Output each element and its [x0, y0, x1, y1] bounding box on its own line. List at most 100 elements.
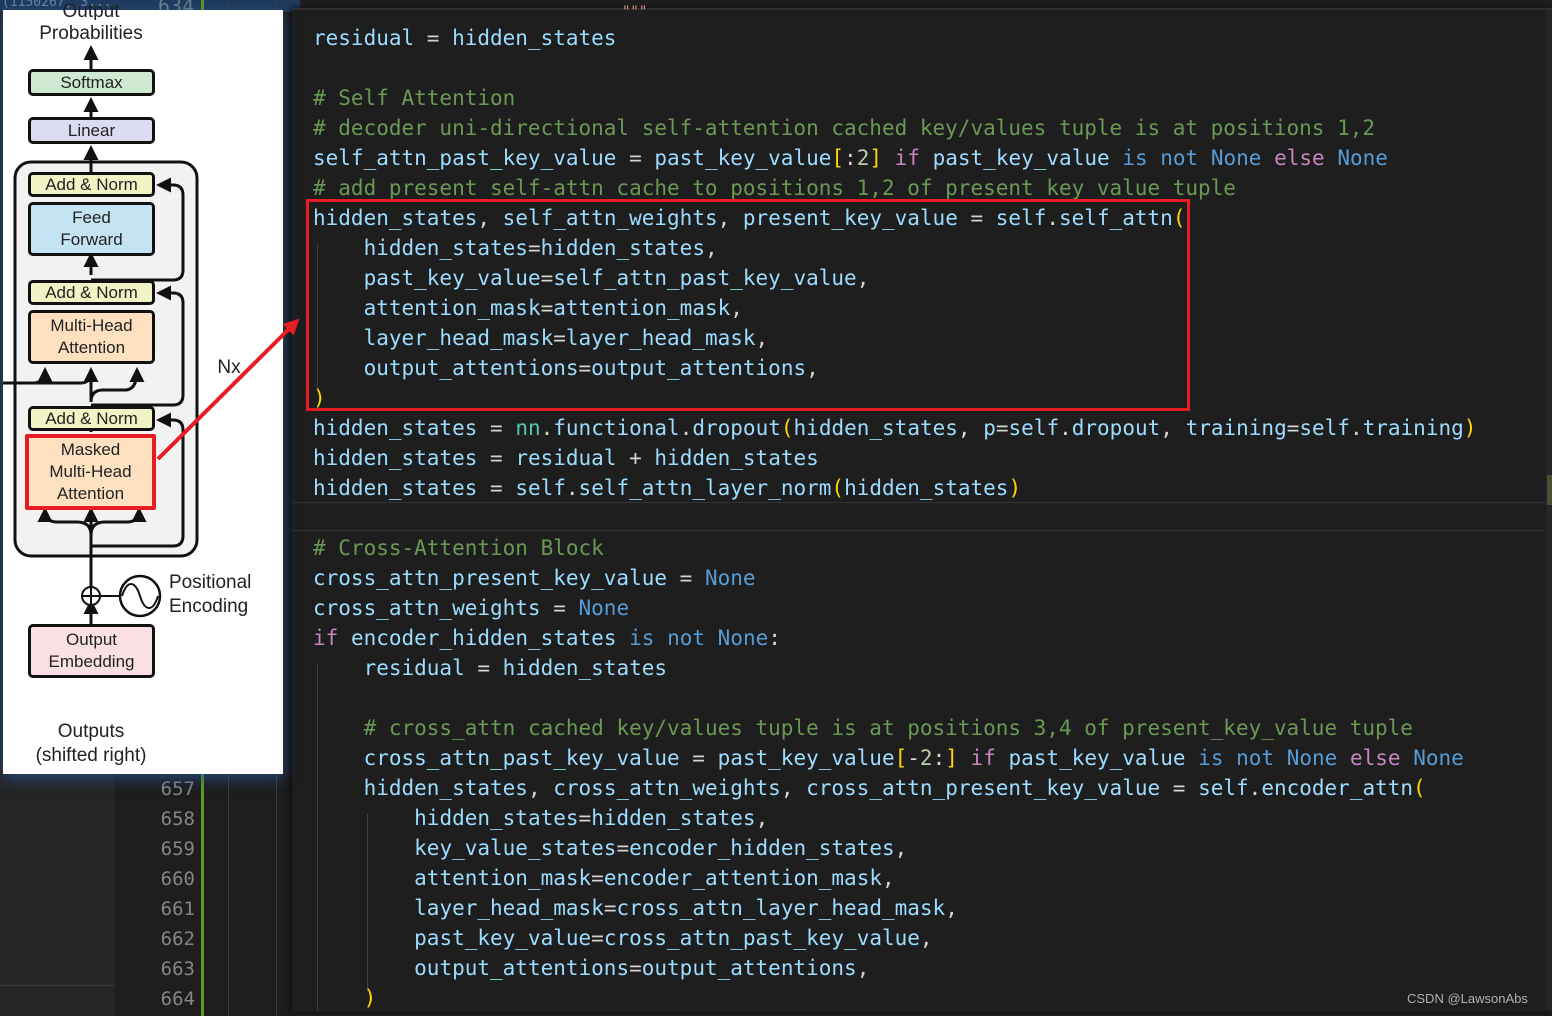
code-token: ( — [780, 416, 794, 440]
code-line[interactable]: past_key_value=cross_attn_past_key_value… — [313, 923, 1476, 953]
code-token: , — [856, 266, 870, 290]
code-token: cross_attn_weights — [553, 776, 781, 800]
code-line[interactable]: hidden_states=hidden_states, — [313, 233, 1476, 263]
code-token: = — [957, 206, 996, 230]
code-line[interactable]: self_attn_past_key_value = past_key_valu… — [313, 143, 1476, 173]
mha-label-line1: Multi-Head — [50, 316, 133, 335]
code-line[interactable] — [313, 683, 1476, 713]
code-token: # add present self-attn cache to positio… — [313, 176, 1236, 200]
output-probabilities-label-line1: Output — [62, 1, 120, 20]
code-token: , — [755, 806, 769, 830]
code-token: self_attn_layer_norm — [578, 476, 832, 500]
outputs-label-line2: (shifted right) — [35, 745, 147, 766]
code-line[interactable]: # decoder uni-directional self-attention… — [313, 113, 1476, 143]
masked-multi-head-attention-block: Masked Multi-Head Attention — [25, 434, 156, 510]
masked-mha-label-line2: Multi-Head — [49, 462, 132, 481]
line-number: 662 — [160, 928, 195, 950]
code-line[interactable]: key_value_states=encoder_hidden_states, — [313, 833, 1476, 863]
scrollbar[interactable] — [1546, 10, 1552, 1010]
code-line[interactable] — [313, 53, 1476, 83]
code-token: hidden_states — [313, 206, 478, 230]
code-token: output_attentions — [641, 956, 857, 980]
code-token: # cross_attn cached key/values tuple is … — [363, 716, 1413, 740]
code-token: self — [1008, 416, 1060, 440]
code-token: # Cross-Attention Block — [313, 536, 604, 560]
code-token: output_attentions — [363, 356, 579, 380]
code-line[interactable]: attention_mask=attention_mask, — [313, 293, 1476, 323]
code-line[interactable]: residual = hidden_states — [313, 653, 1476, 683]
output-embedding-line2: Embedding — [48, 652, 135, 671]
code-token: past_key_value — [363, 266, 541, 290]
code-token: ) — [363, 986, 377, 1010]
code-line[interactable]: cross_attn_weights = None — [313, 593, 1476, 623]
transformer-decoder-diagram: Output Probabilities Softmax Linear Add … — [3, 1, 283, 774]
code-line[interactable] — [313, 503, 1476, 533]
code-line[interactable]: if encoder_hidden_states is not None: — [313, 623, 1476, 653]
line-number: 663 — [160, 958, 195, 980]
code-token: None — [1413, 746, 1464, 770]
code-line[interactable]: cross_attn_present_key_value = None — [313, 563, 1476, 593]
code-line[interactable]: # add present self-attn cache to positio… — [313, 173, 1476, 203]
code-line[interactable]: attention_mask=encoder_attention_mask, — [313, 863, 1476, 893]
code-token: attention_mask — [414, 866, 592, 890]
code-token: ) — [1008, 476, 1022, 500]
code-token: encoder_hidden_states — [629, 836, 895, 860]
code-line[interactable]: ) — [313, 983, 1476, 1013]
code-token: , — [730, 296, 743, 320]
code-token: , — [780, 776, 807, 800]
line-number: 658 — [160, 808, 195, 830]
scrollbar-thumb[interactable] — [1547, 475, 1552, 505]
code-token: , — [894, 836, 908, 860]
code-token: = — [578, 806, 592, 830]
code-line[interactable]: # Cross-Attention Block — [313, 533, 1476, 563]
code-token: ) — [1463, 416, 1477, 440]
code-token: encoder_attention_mask — [603, 866, 882, 890]
code-token: , — [1160, 416, 1186, 440]
code-line[interactable]: cross_attn_past_key_value = past_key_val… — [313, 743, 1476, 773]
code-line[interactable]: # Self Attention — [313, 83, 1476, 113]
code-token: = — [414, 26, 453, 50]
code-line[interactable]: past_key_value=self_attn_past_key_value, — [313, 263, 1476, 293]
code-token: nn — [515, 416, 541, 440]
code-line[interactable]: output_attentions=output_attentions, — [313, 353, 1476, 383]
code-line[interactable]: residual = hidden_states — [313, 23, 1476, 53]
code-line[interactable]: layer_head_mask=layer_head_mask, — [313, 323, 1476, 353]
code-token: . — [540, 416, 554, 440]
code-token: = — [629, 956, 642, 980]
code-token: , — [806, 356, 819, 380]
code-line[interactable]: # cross_attn cached key/values tuple is … — [313, 713, 1476, 743]
docstring-end: """ — [622, 4, 648, 20]
code-content[interactable]: residual = hidden_states # Self Attentio… — [313, 23, 1476, 1013]
add-norm-block-1: Add & Norm — [28, 406, 155, 431]
code-token: hidden_states — [452, 26, 617, 50]
code-line[interactable]: ) — [313, 383, 1476, 413]
code-token: , — [957, 416, 984, 440]
code-token: cross_attn_weights — [313, 596, 541, 620]
code-token: . — [1059, 416, 1072, 440]
code-token: residual — [363, 656, 465, 680]
code-line[interactable]: hidden_states = nn.functional.dropout(hi… — [313, 413, 1476, 443]
code-token: self_attn_past_key_value — [553, 266, 857, 290]
code-line[interactable]: hidden_states, self_attn_weights, presen… — [313, 203, 1476, 233]
code-token: self — [1198, 776, 1249, 800]
line-number: 661 — [160, 898, 195, 920]
feed-forward-block: Feed Forward — [28, 202, 155, 256]
code-line[interactable]: hidden_states=hidden_states, — [313, 803, 1476, 833]
code-token: = — [540, 296, 554, 320]
code-token: self — [515, 476, 566, 500]
code-token: = — [578, 356, 592, 380]
code-token: [ — [894, 746, 908, 770]
code-line[interactable]: hidden_states = residual + hidden_states — [313, 443, 1476, 473]
code-line[interactable]: hidden_states, cross_attn_weights, cross… — [313, 773, 1476, 803]
code-token: = — [591, 926, 604, 950]
code-line[interactable]: layer_head_mask=cross_attn_layer_head_ma… — [313, 893, 1476, 923]
code-token: , — [919, 926, 933, 950]
code-editor-panel[interactable]: """ residual = hidden_states # Self Atte… — [292, 4, 1552, 1013]
code-line[interactable]: output_attentions=output_attentions, — [313, 953, 1476, 983]
add-norm-block-3: Add & Norm — [28, 172, 155, 197]
code-line[interactable]: hidden_states = self.self_attn_layer_nor… — [313, 473, 1476, 503]
